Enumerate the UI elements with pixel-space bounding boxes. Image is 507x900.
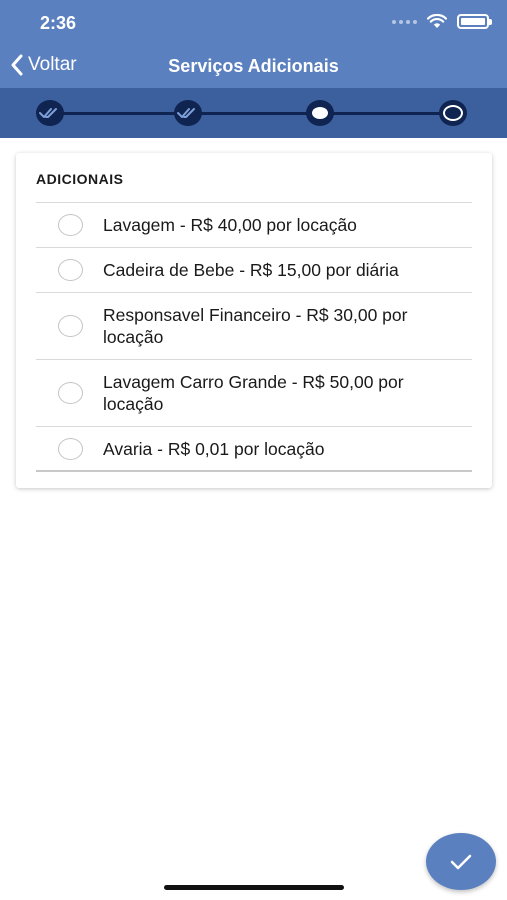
section-title: ADICIONAIS [36, 171, 124, 187]
step-1-done [36, 100, 64, 126]
stepper-line [52, 112, 453, 115]
cellular-signal-icon [392, 19, 417, 24]
option-row[interactable]: Responsavel Financeiro - R$ 30,00 por lo… [36, 293, 472, 360]
option-label: Avaria - R$ 0,01 por locação [103, 438, 325, 459]
double-check-icon [177, 108, 195, 118]
check-icon [450, 854, 472, 869]
step-2-done [174, 100, 202, 126]
radio-button[interactable] [58, 315, 83, 337]
option-row[interactable]: Lavagem Carro Grande - R$ 50,00 por loca… [36, 360, 472, 427]
upcoming-step-ring [443, 105, 463, 121]
current-step-dot [312, 107, 328, 119]
option-label: Lavagem Carro Grande - R$ 50,00 por loca… [103, 372, 404, 414]
status-time: 2:36 [40, 13, 77, 33]
radio-button[interactable] [58, 259, 83, 281]
wifi-icon [427, 14, 447, 28]
header: 2:36 Voltar Serviços Adicionais [0, 0, 507, 88]
confirm-button[interactable] [426, 833, 496, 890]
battery-icon [457, 14, 492, 29]
option-label: Responsavel Financeiro - R$ 30,00 por lo… [103, 305, 408, 347]
step-4-upcoming [439, 100, 467, 126]
option-row[interactable]: Avaria - R$ 0,01 por locação [36, 427, 472, 472]
radio-button[interactable] [58, 214, 83, 236]
option-row[interactable]: Cadeira de Bebe - R$ 15,00 por diária [36, 248, 472, 293]
option-row[interactable]: Lavagem - R$ 40,00 por locação [36, 203, 472, 248]
progress-stepper [0, 88, 507, 138]
radio-button[interactable] [58, 382, 83, 404]
option-label: Cadeira de Bebe - R$ 15,00 por diária [103, 260, 399, 280]
options-list: Lavagem - R$ 40,00 por locação Cadeira d… [36, 202, 472, 472]
double-check-icon [39, 108, 57, 118]
status-icons [392, 14, 492, 29]
option-label: Lavagem - R$ 40,00 por locação [103, 215, 357, 235]
additional-services-card: ADICIONAIS Lavagem - R$ 40,00 por locaçã… [16, 153, 492, 488]
radio-button[interactable] [58, 437, 83, 460]
page-title: Serviços Adicionais [168, 56, 339, 76]
home-indicator [164, 885, 344, 890]
step-3-current [306, 100, 334, 126]
